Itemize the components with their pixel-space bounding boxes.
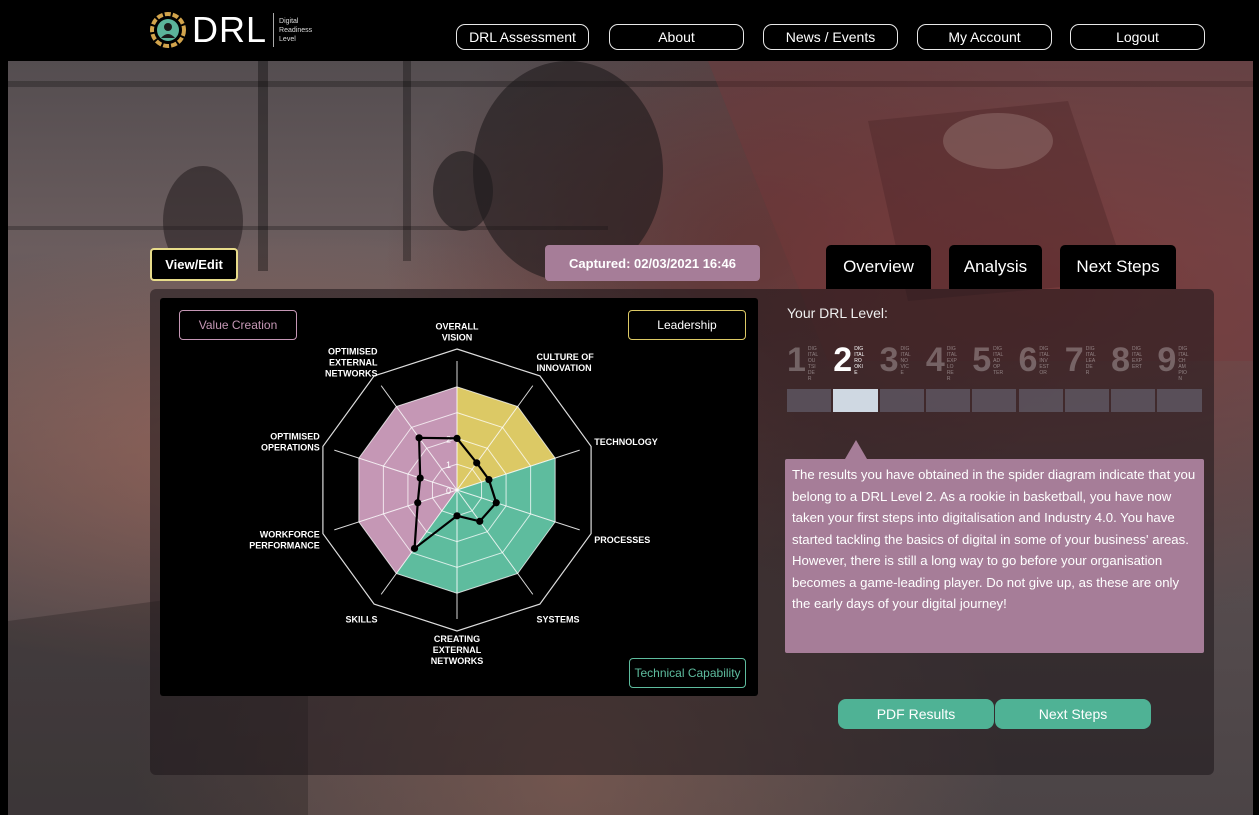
drl-level-bar — [1064, 389, 1110, 412]
drl-level-bar — [879, 389, 924, 412]
radar-data-point — [453, 512, 461, 520]
radar-axis-label: NETWORKS — [325, 368, 378, 378]
brand-subtitle-line: Digital — [279, 17, 299, 25]
drl-level-9: 9 DIGITAL CHAMPION — [1157, 340, 1188, 388]
brand-subtitle-line: Level — [279, 35, 296, 43]
drl-level-bars — [787, 389, 1207, 412]
drl-level-number: 4 — [925, 341, 945, 379]
drl-level-tag: DIGITAL ADOPTER — [993, 346, 1004, 376]
radar-data-point — [485, 476, 493, 484]
drl-level-number: 6 — [1018, 341, 1038, 379]
drl-level-bar — [787, 389, 832, 412]
drl-level-tag: DIGITAL LEADER — [1085, 346, 1096, 376]
nav-drl-assessment[interactable]: DRL Assessment — [456, 24, 589, 50]
radar-axis-label: CREATING — [434, 634, 480, 644]
radar-axis-label: OVERALL — [435, 322, 479, 332]
drl-level-number: 1 — [787, 341, 806, 379]
drl-level-tag: DIGITAL EXPLORER — [946, 346, 957, 382]
radar-data-point — [410, 544, 419, 553]
drl-level-number: 8 — [1111, 341, 1131, 379]
captured-timestamp-badge: Captured: 02/03/2021 16:46 — [545, 245, 760, 281]
radar-axis-label: PERFORMANCE — [249, 541, 320, 551]
legend-value-creation[interactable]: Value Creation — [179, 310, 297, 340]
radar-axis-label: OPTIMISED — [328, 346, 378, 356]
drl-level-number: 7 — [1064, 341, 1084, 379]
legend-technical-capability[interactable]: Technical Capability — [629, 658, 746, 688]
radar-data-point — [453, 434, 461, 442]
view-edit-button[interactable]: View/Edit — [150, 248, 238, 281]
drl-level-label: Your DRL Level: — [787, 305, 888, 321]
drl-level-5: 5 DIGITAL ADOPTER — [972, 340, 1003, 388]
radar-tick-label: 0 — [446, 486, 451, 496]
drl-level-bar — [1111, 389, 1156, 412]
drl-level-2: 2 DIGITAL ROOKIE — [833, 340, 864, 388]
radar-axis-label: CULTURE OF — [536, 352, 594, 362]
drl-level-bar — [833, 389, 878, 412]
brand-subtitle: Digital Readiness Level — [279, 17, 312, 44]
top-nav-bar: DRL Digital Readiness Level DRL Assessme… — [0, 0, 1259, 61]
pdf-results-button[interactable]: PDF Results — [838, 699, 994, 729]
drl-level-tag: DIGITAL INVESTOR — [1039, 346, 1050, 376]
radar-axis-label: SYSTEMS — [536, 615, 579, 625]
drl-level-bar — [1157, 389, 1202, 412]
radar-tick-label: 2 — [446, 434, 451, 444]
radar-data-point — [492, 499, 500, 507]
radar-axis-label: EXTERNAL — [433, 645, 482, 655]
logo-divider — [273, 13, 275, 47]
radar-tick-label: 1 — [446, 460, 451, 470]
drl-level-4: 4 DIGITAL EXPLORER — [926, 340, 957, 388]
next-steps-button[interactable]: Next Steps — [995, 699, 1151, 729]
nav-my-account[interactable]: My Account — [917, 24, 1052, 50]
nav-news-events[interactable]: News / Events — [763, 24, 898, 50]
radar-axis-label: SKILLS — [346, 615, 378, 625]
drl-level-number: 2 — [833, 341, 853, 379]
nav-about[interactable]: About — [609, 24, 744, 50]
tab-overview[interactable]: Overview — [826, 245, 931, 289]
drl-level-tag: DIGITAL OUTSIDER — [807, 346, 818, 382]
drl-level-bar — [1018, 389, 1063, 412]
radar-axis-label: OPERATIONS — [261, 442, 320, 452]
level-pointer-arrow — [845, 440, 867, 459]
drl-level-7: 7 DIGITAL LEADER — [1065, 340, 1096, 388]
brand-name: DRL — [192, 9, 268, 50]
radar-axis-label: TECHNOLOGY — [594, 437, 658, 447]
level-description: The results you have obtained in the spi… — [785, 459, 1204, 653]
drl-level-number: 9 — [1157, 341, 1177, 379]
drl-level-tag: DIGITAL EXPERT — [1132, 346, 1143, 370]
radar-axis-label: NETWORKS — [431, 656, 484, 666]
radar-data-point — [473, 459, 481, 467]
drl-level-scale: 1 DIGITAL OUTSIDER 2 DIGITAL ROOKIE 3 DIGITAL… — [787, 340, 1207, 388]
nav-logout[interactable]: Logout — [1070, 24, 1205, 50]
spider-chart-container: 0 1 2 OVERALL VISION CULTURE OF INNOVATION TECH… — [160, 298, 758, 696]
radar-data-point — [414, 499, 422, 507]
drl-level-tag: DIGITAL ROOKIE — [854, 346, 865, 376]
drl-level-bar — [925, 389, 971, 412]
brand-subtitle-line: Readiness — [279, 26, 313, 34]
radar-axis-label: WORKFORCE — [260, 530, 320, 540]
tab-analysis[interactable]: Analysis — [949, 245, 1042, 289]
radar-data-point — [416, 474, 424, 482]
tab-next-steps[interactable]: Next Steps — [1060, 245, 1176, 289]
radar-axis-label: PROCESSES — [594, 535, 650, 545]
drl-level-bar — [972, 389, 1017, 412]
brand-logo[interactable]: DRL Digital Readiness Level — [150, 12, 312, 48]
drl-gauge-icon — [150, 12, 186, 48]
drl-level-number: 3 — [879, 341, 899, 379]
drl-level-number: 5 — [972, 341, 992, 379]
drl-level-1: 1 DIGITAL OUTSIDER — [787, 340, 818, 388]
drl-level-3: 3 DIGITAL NOVICE — [880, 340, 911, 388]
drl-level-tag: DIGITAL NOVICE — [900, 346, 911, 376]
drl-level-6: 6 DIGITAL INVESTOR — [1019, 340, 1050, 388]
radar-data-point — [476, 517, 484, 525]
radar-axis-label: INNOVATION — [536, 363, 591, 373]
radar-axis-label: VISION — [442, 333, 473, 343]
radar-axis-label: OPTIMISED — [270, 431, 320, 441]
legend-leadership[interactable]: Leadership — [628, 310, 746, 340]
radar-axis-label: EXTERNAL — [329, 357, 378, 367]
drl-level-tag: DIGITAL CHAMPION — [1178, 346, 1189, 382]
spider-chart: 0 1 2 OVERALLVISION CULTURE OFINNOVATION TECH… — [249, 322, 658, 667]
drl-level-8: 8 DIGITAL EXPERT — [1111, 340, 1142, 388]
radar-data-point — [415, 434, 423, 442]
